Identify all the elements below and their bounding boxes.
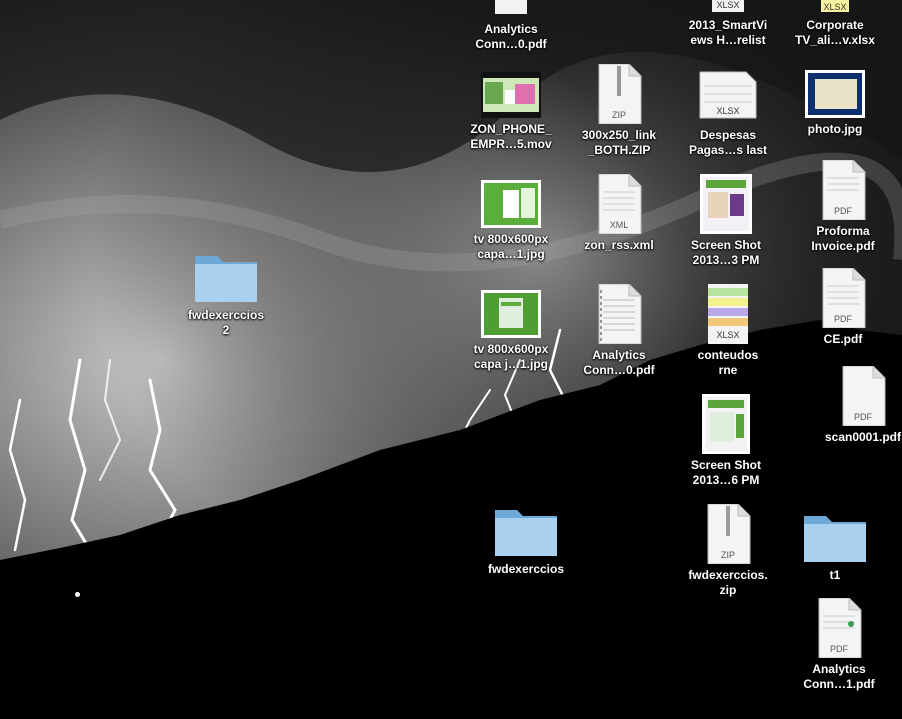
pointer-dot — [75, 592, 80, 597]
desktop-icon-corporate-xlsx[interactable]: XLSX Corporate TV_ali…v.xlsx — [780, 0, 890, 48]
desktop-icon-scan0001-pdf[interactable]: PDF scan0001.pdf — [808, 366, 902, 445]
icon-label-line2: _BOTH.ZIP — [587, 143, 651, 157]
xlsx-colored-file-icon: XLSX — [708, 284, 748, 344]
pdf-file-icon: PDF — [822, 160, 866, 220]
video-file-icon — [481, 72, 541, 118]
desktop-icon-analytics-pdf-mid[interactable]: Analytics Conn…0.pdf — [564, 284, 674, 378]
desktop-icon-zon-phone-mov[interactable]: ZON_PHONE_ EMPR…5.mov — [456, 72, 566, 152]
icon-label-line1: Analytics — [812, 662, 866, 676]
desktop-icon-screen-shot-3pm[interactable]: Screen Shot 2013…3 PM — [671, 174, 781, 268]
icon-label-line1: scan0001.pdf — [824, 430, 902, 444]
icon-label-line1: Screen Shot — [690, 238, 762, 252]
desktop-icon-fwdexerccios-zip[interactable]: ZIP fwdexerccios. zip — [673, 504, 783, 598]
icon-label-line2: ews H…relist — [690, 33, 766, 47]
icon-label-line2: 2013…3 PM — [692, 253, 760, 267]
icon-label-line1: Analytics — [484, 22, 538, 36]
image-thumbnail-icon — [481, 290, 541, 338]
icon-label-line1: t1 — [829, 568, 841, 582]
icon-label-line1: ZON_PHONE_ — [470, 122, 552, 136]
svg-text:XLSX: XLSX — [716, 0, 739, 10]
desktop-icon-t1-folder[interactable]: t1 — [780, 510, 890, 583]
desktop-icon-smartviews-xlsx[interactable]: XLSX 2013_SmartVi ews H…relist — [673, 0, 783, 48]
desktop-icon-conteudos-rne-xlsx[interactable]: XLSX conteudos rne — [673, 284, 783, 378]
icon-label-line2: Conn…0.pdf — [475, 37, 547, 51]
desktop-icon-photo-jpg[interactable]: photo.jpg — [780, 70, 890, 137]
zip-file-icon: ZIP — [598, 64, 642, 124]
icon-label-line1: Screen Shot — [690, 458, 762, 472]
desktop-icon-ce-pdf[interactable]: PDF CE.pdf — [788, 268, 898, 347]
pdf-badge-text: PDF — [834, 314, 853, 324]
desktop-icon-screen-shot-6pm[interactable]: Screen Shot 2013…6 PM — [671, 394, 781, 488]
icon-label-line2: Invoice.pdf — [811, 239, 875, 253]
icon-label-line2: TV_ali…v.xlsx — [795, 33, 875, 47]
pdf-badge-text: PDF — [834, 206, 853, 216]
screenshot-thumbnail-icon — [700, 174, 752, 234]
pdf-document-icon — [598, 284, 642, 344]
pdf-file-icon — [495, 0, 527, 14]
photo-thumbnail-icon — [805, 70, 865, 118]
icon-label-line1: tv 800x600px — [473, 232, 549, 246]
icon-label-line1: Corporate — [806, 18, 864, 32]
icon-label-line1: fwdexerccios — [487, 562, 565, 576]
xml-badge-text: XML — [610, 220, 629, 230]
icon-label-line1: CE.pdf — [823, 332, 863, 346]
pdf-badge-text: PDF — [854, 412, 873, 422]
icon-label-line1: tv 800x600px — [473, 342, 549, 356]
xlsx-file-icon: XLSX — [712, 0, 744, 12]
icon-label-line1: zon_rss.xml — [584, 238, 654, 252]
zip-badge-text: ZIP — [612, 110, 626, 120]
icon-label-line2: EMPR…5.mov — [470, 137, 552, 151]
folder-icon — [804, 516, 866, 562]
desktop-icon-analytics-pdf-top[interactable]: Analytics Conn…0.pdf — [456, 0, 566, 52]
folder-icon — [495, 510, 557, 556]
desktop-icon-analytics-pdf-bottom[interactable]: PDF Analytics Conn…1.pdf — [784, 598, 894, 692]
icon-label-line2: zip — [719, 583, 737, 597]
zip-badge-text: ZIP — [721, 550, 735, 560]
svg-text:XLSX: XLSX — [823, 2, 846, 12]
icon-label-line2: capa j…1.jpg — [473, 357, 549, 371]
screenshot-thumbnail-icon — [702, 394, 750, 454]
desktop-icon-zon-rss-xml[interactable]: XML zon_rss.xml — [564, 174, 674, 253]
icon-label-line1: Despesas — [699, 128, 757, 142]
zip-file-icon: ZIP — [707, 504, 751, 564]
desktop-icon-proforma-invoice-pdf[interactable]: PDF Proforma Invoice.pdf — [788, 160, 898, 254]
icon-label-line2: capa…1.jpg — [477, 247, 545, 261]
folder-icon — [195, 256, 257, 302]
icon-label-line1: photo.jpg — [807, 122, 863, 136]
xlsx-badge-text: XLSX — [716, 330, 739, 340]
icon-label-line1: conteudos — [697, 348, 759, 362]
desktop-icon-tv-800x600-capa-j-jpg[interactable]: tv 800x600px capa j…1.jpg — [456, 290, 566, 372]
image-thumbnail-icon — [481, 180, 541, 228]
xlsx-file-icon: XLSX — [699, 71, 757, 119]
desktop-icon-tv-800x600-capa-jpg[interactable]: tv 800x600px capa…1.jpg — [456, 180, 566, 262]
pdf-file-icon: PDF — [818, 598, 862, 658]
icon-label-line1: Analytics — [592, 348, 646, 362]
icon-label-line2: rne — [718, 363, 738, 377]
desktop[interactable]: Analytics Conn…0.pdf XLSX 2013_SmartVi e… — [0, 0, 902, 719]
icon-label-line2: 2013…6 PM — [692, 473, 760, 487]
icon-label-line1: Proforma — [816, 224, 870, 238]
xlsx-badge-text: XLSX — [716, 106, 739, 116]
icon-label-line1: fwdexerccios. — [688, 568, 768, 582]
desktop-icon-fwdexerccios-folder[interactable]: fwdexerccios — [471, 504, 581, 577]
icon-label-line1: fwdexerccios — [187, 308, 265, 322]
xml-file-icon: XML — [598, 174, 642, 234]
pdf-badge-text: PDF — [830, 644, 849, 654]
pdf-file-icon: PDF — [822, 268, 866, 328]
icon-label-line1: 300x250_link — [581, 128, 657, 142]
pdf-file-icon: PDF — [842, 366, 886, 426]
desktop-icon-300x250-zip[interactable]: ZIP 300x250_link _BOTH.ZIP — [564, 64, 674, 158]
icon-label-line1: 2013_SmartVi — [688, 18, 768, 32]
icon-label-line2: Conn…0.pdf — [583, 363, 655, 377]
icon-label-line2: Conn…1.pdf — [803, 677, 875, 691]
icon-label-line2: Pagas…s last — [688, 143, 768, 157]
desktop-icon-despesas-xlsx[interactable]: XLSX Despesas Pagas…s last — [673, 64, 783, 158]
icon-label-line2: 2 — [222, 323, 230, 337]
desktop-icon-fwdexerccios-2-folder[interactable]: fwdexerccios 2 — [171, 250, 281, 338]
xlsx-colored-file-icon: XLSX — [821, 0, 849, 12]
